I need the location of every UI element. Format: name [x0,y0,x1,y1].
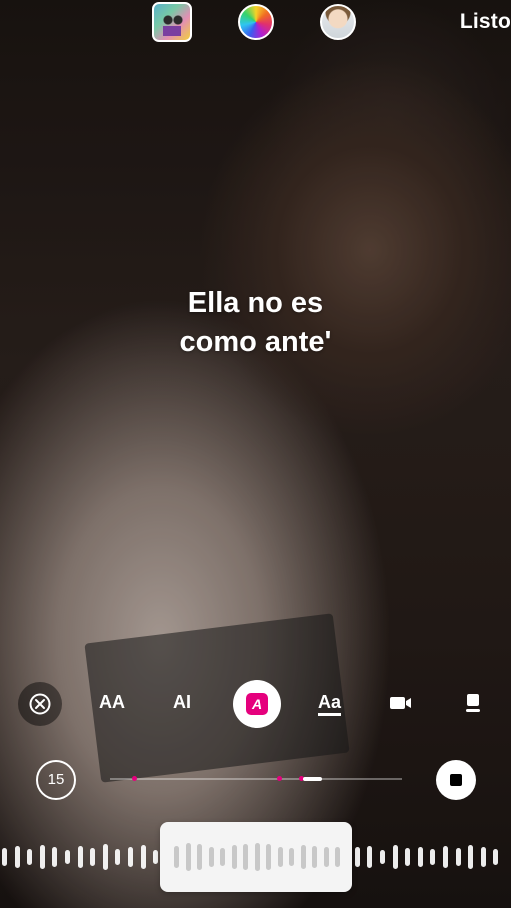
waveform-bar [254,843,260,871]
waveform-bar [65,850,70,864]
waveform-bar [455,848,461,866]
progress-marker [277,776,282,781]
waveform-bar [354,847,360,867]
waveform-bar [231,845,237,869]
waveform-bar [208,847,214,867]
waveform-bar [14,846,20,868]
waveform-bar [468,845,474,869]
lyrics-text[interactable]: Ella no es como ante' [0,284,511,362]
waveform-bar [39,845,45,869]
top-bar: Listo [0,0,511,46]
progress-selection [303,777,322,781]
text-style-karaoke-button[interactable]: AI [173,692,191,713]
waveform-bar [367,846,373,868]
text-style-full-icon: AA [99,692,125,712]
waveform-bar [185,843,191,871]
stop-icon [450,774,462,786]
waveform-bar [335,847,340,867]
waveform-bar [380,850,385,864]
video-style-button[interactable] [389,694,413,717]
stop-button[interactable] [436,760,476,800]
color-wheel-icon[interactable] [238,4,274,40]
progress-marker [132,776,137,781]
waveform-bar [323,847,329,867]
video-icon [390,697,411,709]
waveform-bar [27,849,33,865]
waveform-bar [312,846,317,868]
waveform-bar [430,849,436,865]
waveform-bar [392,845,398,869]
waveform-bar [2,848,7,866]
waveform-bar [289,848,294,866]
card-icon [466,694,480,712]
text-style-karaoke-icon: AI [173,692,191,712]
waveform-bar [480,847,486,867]
text-style-underline-button[interactable]: Aa [318,692,342,716]
waveform-bar [443,846,448,868]
lyrics-style-picker: AA AI A Aa [0,680,511,728]
waveform-bar [405,848,411,866]
waveform-bar [77,846,83,868]
waveform-bar [300,845,306,869]
waveform-bar [115,849,121,865]
album-art-icon[interactable] [152,2,192,42]
lyrics-line-2: como ante' [179,326,332,358]
close-icon [29,693,51,715]
done-button[interactable]: Listo [460,10,511,34]
waveform-bar [277,847,283,867]
text-style-highlight-icon: A [246,693,268,715]
clip-selection-window[interactable] [160,822,352,892]
text-style-full-button[interactable]: AA [99,692,125,713]
waveform-bar [266,844,271,870]
waveform-bar [140,845,146,869]
waveform-bar [220,848,225,866]
waveform-bar [493,849,499,865]
song-progress-track[interactable] [110,776,402,781]
card-style-button[interactable] [464,692,482,719]
waveform-bar [52,847,58,867]
duration-button[interactable]: 15 [36,760,76,800]
close-button[interactable] [18,682,62,726]
waveform-bar [153,850,159,864]
waveform-bar [128,847,133,867]
waveform-bar [197,844,202,870]
waveform-bar [174,846,179,868]
waveform-bar [102,844,108,870]
lyrics-line-1: Ella no es [187,287,324,319]
waveform-bar [417,847,423,867]
background-dim-overlay [0,0,511,908]
waveform-bar [243,844,248,870]
text-style-underline-icon: Aa [318,692,342,716]
text-style-highlight-button[interactable]: A [233,680,281,728]
avatar-icon[interactable] [320,4,356,40]
waveform-bar [90,848,96,866]
